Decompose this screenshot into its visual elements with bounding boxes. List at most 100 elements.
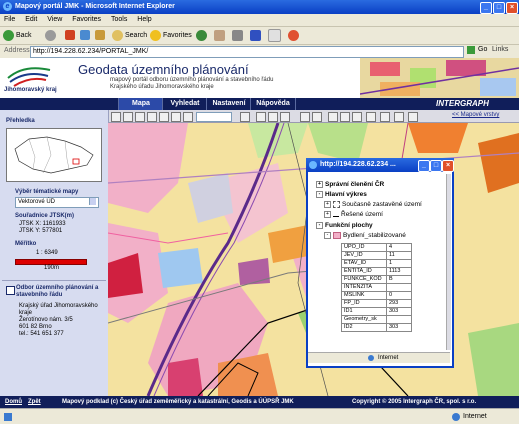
forward-button[interactable] <box>45 29 58 42</box>
discuss-button[interactable] <box>268 29 283 42</box>
expand-icon[interactable]: + <box>324 211 331 218</box>
print-icon <box>232 29 243 41</box>
mail-button[interactable] <box>214 29 227 42</box>
attr-value: B <box>386 275 412 284</box>
mail-envelope-icon[interactable] <box>6 286 15 295</box>
go-button[interactable]: Go <box>478 46 487 53</box>
history-button[interactable] <box>196 29 209 42</box>
tree-item-spravni-cleneni[interactable]: + Správní členění ČR <box>316 181 384 188</box>
odbor-title-1[interactable]: Odbor územního plánování a <box>16 285 98 291</box>
tree-item-bydleni[interactable]: - Bydlení_stabilizované <box>324 232 406 239</box>
favorites-button[interactable]: Favorites <box>150 29 192 42</box>
links-button[interactable]: Links <box>492 46 508 53</box>
collapse-icon[interactable]: - <box>316 191 323 198</box>
clear-icon[interactable] <box>280 112 290 122</box>
zoom-window-icon[interactable] <box>147 112 157 122</box>
back-button[interactable]: Back <box>3 29 32 42</box>
menu-bar: File Edit View Favorites Tools Help <box>0 14 519 27</box>
search-button[interactable]: Search <box>112 29 147 42</box>
tree-item-hlavni-vykres[interactable]: - Hlavní výkres <box>316 191 367 198</box>
menu-view[interactable]: View <box>47 14 62 26</box>
legend-icon[interactable] <box>340 112 350 122</box>
home-link[interactable]: Domů <box>5 396 22 408</box>
export-icon[interactable] <box>312 112 322 122</box>
theme-select[interactable]: Vektorové ÚD <box>15 197 99 208</box>
home-button[interactable] <box>95 29 107 42</box>
print-button[interactable] <box>232 29 245 42</box>
help-map-icon[interactable] <box>352 112 362 122</box>
tree-item-soucasne-zastavene[interactable]: + Současně zastavěné území <box>324 201 422 208</box>
stop-button[interactable] <box>65 29 77 42</box>
overview-map[interactable] <box>6 128 102 182</box>
odbor-title-2[interactable]: stavebního řádu <box>16 292 62 298</box>
next-view-icon[interactable] <box>183 112 193 122</box>
address-line: tel.: 541 651 377 <box>19 331 64 337</box>
tab-mapa[interactable]: Mapa <box>118 98 163 110</box>
zoom-in-icon[interactable] <box>123 112 133 122</box>
window-title-bar[interactable]: e Mapový portál JMK - Microsoft Internet … <box>0 0 519 14</box>
scale-value: 1 : 6349 <box>36 250 58 256</box>
attr-value <box>386 315 412 324</box>
attr-key: ID2 <box>341 323 387 332</box>
window-title: Mapový portál JMK - Microsoft Internet E… <box>15 3 175 10</box>
coords-label: Souřadnice JTSK(m) <box>15 213 75 219</box>
menu-tools[interactable]: Tools <box>111 14 127 26</box>
expand-icon[interactable]: + <box>316 181 323 188</box>
collapse-icon[interactable]: - <box>324 232 331 239</box>
chevron-down-icon[interactable] <box>89 198 96 205</box>
dashed-area-icon <box>333 201 340 208</box>
bookmark-icon[interactable] <box>380 112 390 122</box>
messenger-icon <box>288 29 299 41</box>
table-row: ETAV_ID 1 <box>341 259 412 268</box>
attr-value: 1113 <box>386 267 412 276</box>
maximize-button[interactable]: □ <box>493 2 505 14</box>
measure-icon[interactable] <box>240 112 250 122</box>
tree-item-resene-uzemi[interactable]: + Řešené území <box>324 211 383 218</box>
expand-icon[interactable]: + <box>324 201 331 208</box>
forward-arrow-icon <box>45 29 56 41</box>
menu-file[interactable]: File <box>4 14 15 26</box>
page-subtitle-2: Krajského úřadu Jihomoravského kraje <box>110 84 214 90</box>
query-icon[interactable] <box>408 112 418 122</box>
tab-nastaveni[interactable]: Nastavení <box>206 98 251 110</box>
popup-minimize-button[interactable]: _ <box>418 160 430 172</box>
menu-help[interactable]: Help <box>137 14 151 26</box>
popup-title-bar[interactable]: http://194.228.62.234 ... _ □ × <box>306 158 454 172</box>
popup-maximize-button[interactable]: □ <box>430 160 442 172</box>
attr-key: ENTITA_ID <box>341 267 387 276</box>
link-icon[interactable] <box>366 112 376 122</box>
zoom-extent-icon[interactable] <box>111 112 121 122</box>
minimize-button[interactable]: _ <box>480 2 492 14</box>
address-line: kraje <box>19 310 33 316</box>
menu-edit[interactable]: Edit <box>25 14 37 26</box>
info-icon[interactable] <box>256 112 266 122</box>
tab-napoveda[interactable]: Nápověda <box>250 98 296 110</box>
layer-icon[interactable] <box>328 112 338 122</box>
tree-item-funkcni-plochy[interactable]: - Funkční plochy <box>316 222 373 229</box>
redline-icon[interactable] <box>394 112 404 122</box>
previous-view-icon[interactable] <box>171 112 181 122</box>
attr-key: INTENZITA <box>341 283 387 292</box>
scale-select[interactable] <box>196 112 232 122</box>
popup-scrollbar[interactable] <box>446 174 451 350</box>
print-map-icon[interactable] <box>300 112 310 122</box>
pan-icon[interactable] <box>159 112 169 122</box>
jtsk-x: JTSK X: 1161933 <box>19 221 66 227</box>
map-layers-link[interactable]: << Mapové vrstvy <box>452 112 499 118</box>
collapse-icon[interactable]: - <box>316 222 323 229</box>
zoom-out-icon[interactable] <box>135 112 145 122</box>
attr-value: 1 <box>386 259 412 268</box>
menu-favorites[interactable]: Favorites <box>72 14 101 26</box>
popup-close-button[interactable]: × <box>442 160 454 172</box>
refresh-button[interactable] <box>80 29 92 42</box>
refresh-icon <box>80 30 90 41</box>
back-link[interactable]: Zpět <box>28 396 41 408</box>
popup-zone-text: Internet <box>378 355 399 361</box>
close-button[interactable]: × <box>506 2 518 14</box>
messenger-button[interactable] <box>288 29 301 42</box>
tab-vyhledat[interactable]: Vyhledat <box>162 98 207 110</box>
address-line: Žerotínovo nám. 3/5 <box>19 317 73 323</box>
edit-button[interactable] <box>250 29 263 42</box>
select-icon[interactable] <box>268 112 278 122</box>
address-input[interactable]: http://194.228.62.234/PORTAL_JMK/ <box>30 46 464 58</box>
